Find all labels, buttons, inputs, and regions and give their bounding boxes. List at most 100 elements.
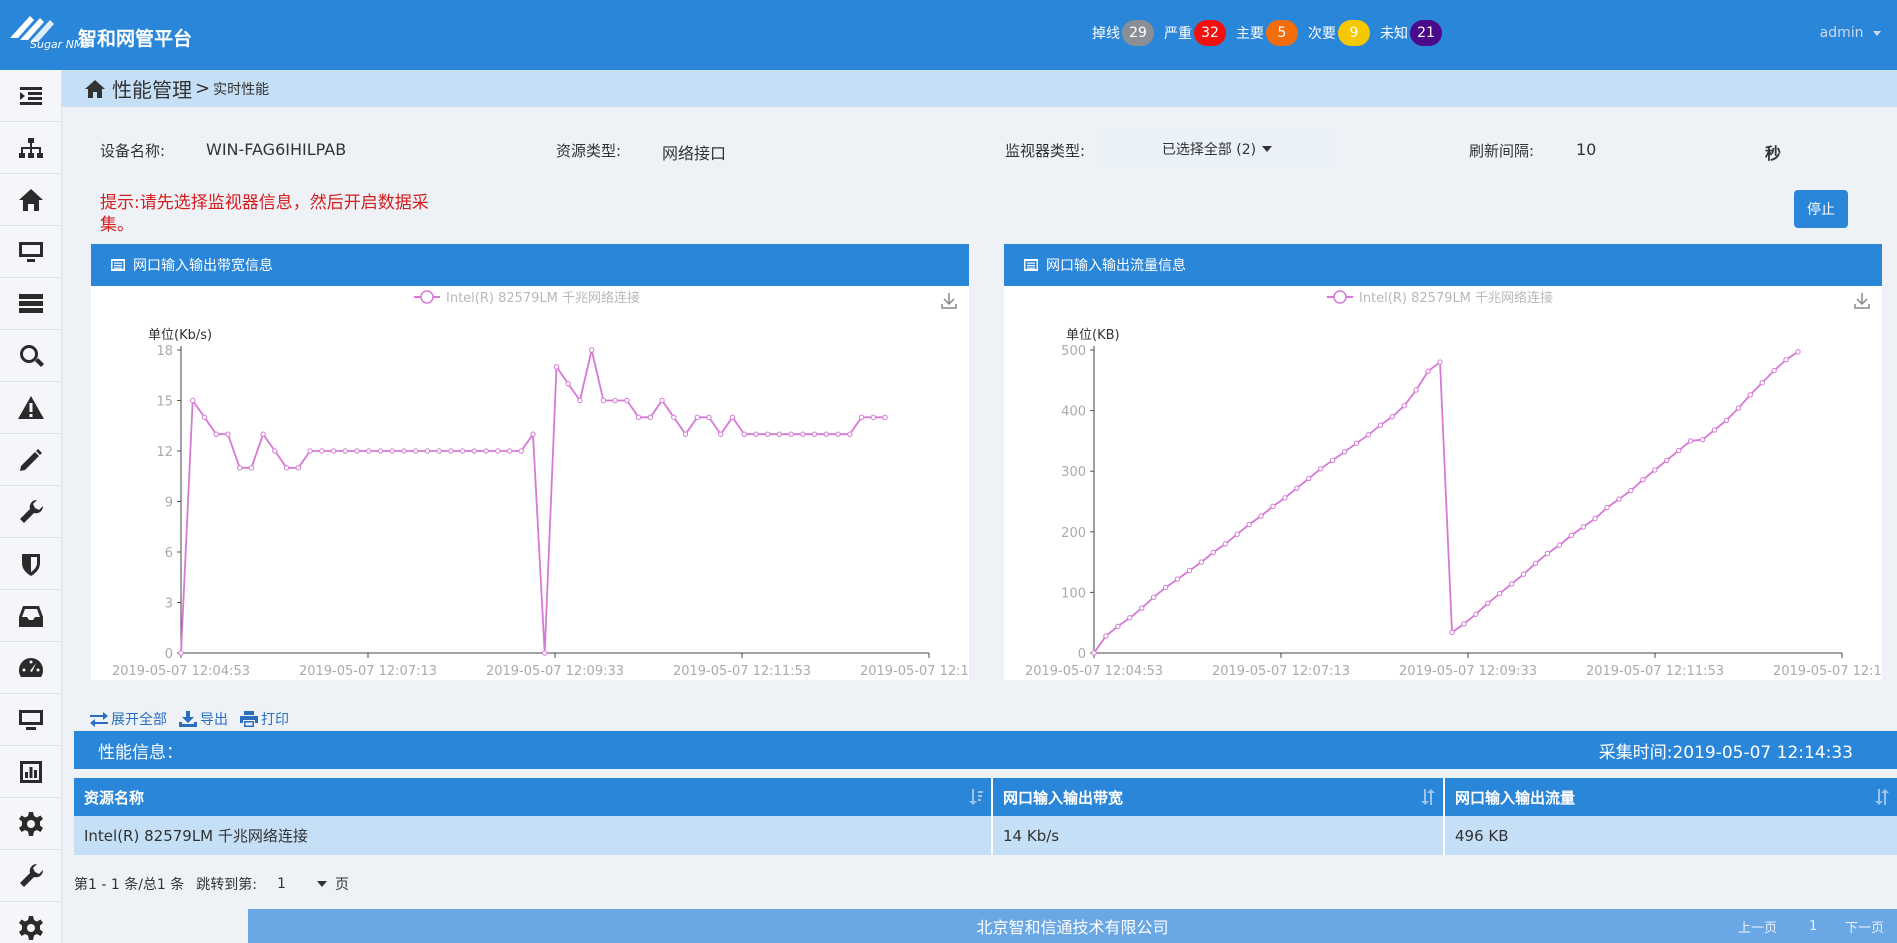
monitor-type-select[interactable]: 已选择全部 (2) (1103, 130, 1331, 168)
print-button[interactable]: 打印 (240, 709, 289, 729)
data-point (506, 448, 513, 454)
data-point (1747, 392, 1753, 398)
data-point (847, 431, 853, 437)
series-line (180, 349, 885, 654)
data-point (1341, 449, 1348, 455)
panel-title: 网口输入输出流量信息 (1046, 258, 1186, 274)
download-icon[interactable] (1854, 293, 1870, 309)
alarm-badge: 5 (1266, 20, 1298, 46)
data-point (1162, 584, 1169, 591)
data-point (1139, 605, 1145, 611)
sidebar-item-topology[interactable] (0, 122, 62, 174)
perf-table: 资源名称 网口输入输出带宽 网口输入输出流量 Intel(R) 82579LM … (74, 778, 1897, 855)
refresh-interval-input[interactable]: 10 (1576, 140, 1596, 159)
data-point (858, 414, 865, 421)
sidebar-item-toggle[interactable] (0, 70, 62, 122)
alarm-minor[interactable]: 次要 9 (1308, 20, 1370, 46)
data-point (436, 448, 442, 454)
data-point (1771, 367, 1777, 374)
data-point (354, 448, 360, 454)
data-point (1210, 549, 1217, 556)
exchange-icon (90, 712, 108, 727)
sidebar-item-servers[interactable] (0, 278, 62, 330)
sidebar-item-inbox[interactable] (0, 590, 62, 642)
data-point (307, 448, 313, 454)
data-point (1413, 387, 1419, 393)
data-point (1556, 542, 1563, 548)
pager-unit: 页 (335, 877, 350, 893)
column-traffic[interactable]: 网口输入输出流量 (1444, 778, 1897, 816)
data-point (424, 448, 431, 454)
print-icon (240, 711, 258, 727)
sort-icon (1421, 789, 1435, 805)
alarm-critical[interactable]: 严重 32 (1164, 20, 1226, 46)
sidebar-item-devices[interactable] (0, 226, 62, 278)
y-axis-label: 单位(Kb/s) (148, 328, 212, 343)
sidebar-item-system[interactable] (0, 902, 62, 943)
panel-title: 网口输入输出带宽信息 (133, 258, 273, 274)
data-point (612, 397, 618, 404)
column-bandwidth[interactable]: 网口输入输出带宽 (992, 778, 1445, 816)
data-point (1485, 600, 1491, 607)
data-point (1449, 629, 1455, 636)
search-icon (19, 344, 44, 367)
list-icon (111, 259, 125, 271)
data-point (565, 380, 571, 387)
y-tick-label: 300 (1061, 465, 1086, 480)
chevron-down-icon (1873, 30, 1881, 36)
sidebar-item-edit[interactable] (0, 434, 62, 486)
sidebar (0, 70, 62, 943)
gear-icon (19, 811, 43, 836)
caret-down-icon (1262, 146, 1273, 152)
pencil-icon (20, 448, 42, 471)
user-menu[interactable]: admin (1820, 25, 1881, 41)
data-point (1234, 531, 1240, 537)
expand-all-button[interactable]: 展开全部 (90, 709, 167, 729)
sidebar-item-dashboard[interactable] (0, 642, 62, 694)
prev-page-button[interactable]: 上一页 (1738, 909, 1777, 943)
data-point (412, 448, 419, 454)
table-toolbar: 展开全部 导出 打印 (90, 709, 301, 729)
data-point (1640, 476, 1646, 483)
alarm-badge: 29 (1122, 20, 1154, 46)
sidebar-item-home[interactable] (0, 174, 62, 226)
username: admin (1819, 25, 1864, 41)
y-tick-label: 6 (165, 546, 173, 561)
table-header-row: 资源名称 网口输入输出带宽 网口输入输出流量 (74, 778, 1897, 816)
column-resource-name[interactable]: 资源名称 (74, 778, 993, 816)
sidebar-item-alarms[interactable] (0, 382, 62, 434)
wrench-icon (20, 499, 44, 523)
sidebar-item-reports[interactable] (0, 746, 62, 798)
alarm-major[interactable]: 主要 5 (1236, 20, 1298, 46)
page-select[interactable]: 1 (277, 876, 328, 892)
alarm-offline[interactable]: 掉线 29 (1092, 20, 1154, 46)
resource-type-label: 资源类型: (556, 142, 622, 160)
export-button[interactable]: 导出 (179, 709, 228, 729)
data-point (1353, 440, 1360, 447)
data-point (1628, 487, 1634, 494)
stop-button[interactable]: 停止 (1794, 190, 1848, 228)
next-page-button[interactable]: 下一页 (1845, 909, 1884, 943)
sidebar-item-settings[interactable] (0, 798, 62, 850)
data-point (448, 448, 454, 454)
collection-time: 采集时间:2019-05-07 12:14:33 (1598, 742, 1853, 763)
sitemap-icon (19, 137, 43, 158)
download-icon[interactable] (941, 293, 957, 309)
sidebar-item-search[interactable] (0, 330, 62, 382)
breadcrumb-main[interactable]: 性能管理 (112, 74, 192, 103)
hint-message: 提示:请先选择监视器信息，然后开启数据采集。 (100, 193, 429, 235)
data-point (1329, 457, 1336, 463)
alarm-unknown[interactable]: 未知 21 (1380, 20, 1442, 46)
data-point (1115, 623, 1121, 630)
x-tick-label: 2019-05-07 12:14:13 (1773, 664, 1882, 679)
breadcrumb-separator: > (195, 78, 211, 99)
sidebar-item-security[interactable] (0, 538, 62, 590)
data-point (1306, 475, 1312, 482)
y-tick-label: 500 (1061, 344, 1086, 359)
sidebar-item-desktop[interactable] (0, 694, 62, 746)
sidebar-item-maintenance[interactable] (0, 850, 62, 902)
sidebar-item-tools[interactable] (0, 486, 62, 538)
pagination: 第1 - 1 条/总1 条 跳转到第: 1 页 (74, 874, 349, 894)
perf-info-bar: 性能信息： 采集时间:2019-05-07 12:14:33 (74, 731, 1897, 769)
table-row[interactable]: Intel(R) 82579LM 千兆网络连接 14 Kb/s 496 KB (74, 816, 1897, 855)
